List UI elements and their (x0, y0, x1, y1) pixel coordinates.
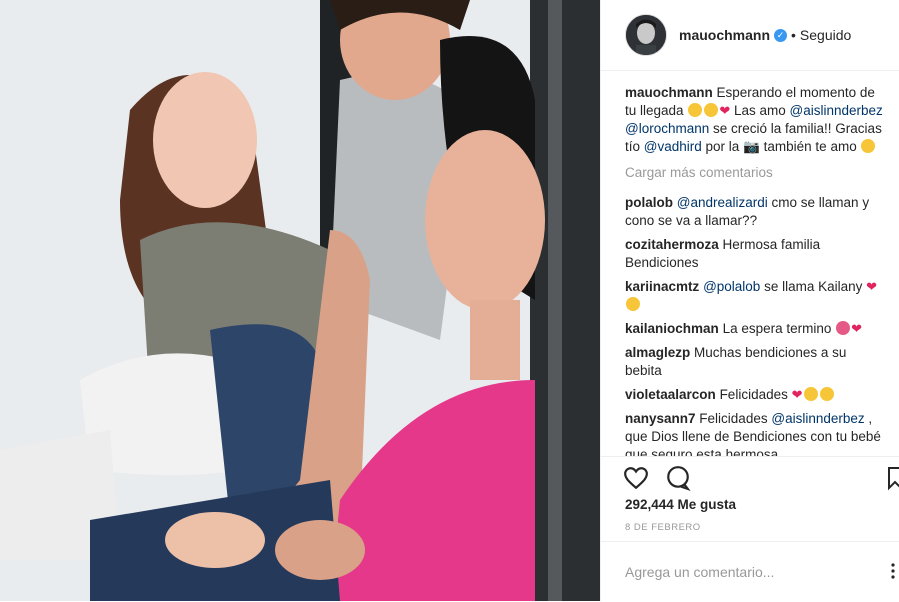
load-more-comments[interactable]: Cargar más comentarios (625, 164, 885, 182)
heart-eyes-emoji-icon (704, 103, 719, 117)
hearts-emoji-icon: ❤ (719, 103, 731, 118)
avatar-image (626, 15, 666, 55)
heart-eyes-emoji-icon (819, 387, 834, 401)
header-separator: • (791, 27, 796, 43)
like-count[interactable]: 292,444 Me gusta (625, 497, 736, 512)
comment-username[interactable]: kariinacmtz (625, 279, 699, 294)
comment-username[interactable]: polalob (625, 195, 673, 210)
mention-link[interactable]: @vadhird (644, 139, 702, 154)
comment: polalob @andrealizardi cmo se llaman y c… (625, 194, 885, 230)
mention-link[interactable]: @polalob (703, 279, 760, 294)
comment-username[interactable]: violetaalarcon (625, 387, 716, 402)
post-date[interactable]: 8 DE FEBRERO (625, 522, 701, 533)
comments-list[interactable]: mauochmann Esperando el momento de tu ll… (625, 84, 885, 456)
comment-text: La espera termino (722, 321, 832, 336)
bookmark-icon[interactable] (887, 465, 899, 496)
hearts-emoji-icon: ❤ (791, 387, 803, 402)
mention-link[interactable]: @aislinnderbez (790, 103, 883, 118)
comment: kariinacmtz @polalob se llama Kailany ❤ (625, 278, 885, 314)
party-emoji-icon (803, 387, 818, 401)
heart-eyes-emoji-icon (626, 297, 640, 311)
post-side-panel: mauochmann ✓ • Seguido mauochmann Espera… (600, 0, 899, 601)
comment-username[interactable]: cozitahermoza (625, 237, 719, 252)
baby-emoji-icon (688, 103, 703, 117)
smile-emoji-icon (861, 139, 876, 153)
header-username[interactable]: mauochmann (679, 27, 770, 43)
following-button[interactable]: Seguido (800, 27, 851, 43)
heart-icon[interactable] (623, 465, 649, 496)
camera-emoji-icon: 📷 (743, 139, 760, 154)
comment-text: Felicidades (719, 387, 788, 402)
mention-link[interactable]: @andrealizardi (677, 195, 768, 210)
mention-link[interactable]: @aislinnderbez (771, 411, 864, 426)
comment: almaglezp Muchas bendiciones a su bebita (625, 344, 885, 380)
heart-emoji-icon: ❤ (866, 279, 878, 294)
add-comment-input[interactable]: Agrega un comentario... (625, 564, 774, 580)
comment-icon[interactable] (665, 465, 691, 496)
post-photo[interactable] (0, 0, 600, 601)
action-bar (601, 456, 899, 497)
options-icon[interactable] (887, 562, 899, 579)
add-comment-bar: Agrega un comentario... (601, 541, 899, 602)
post-header: mauochmann ✓ • Seguido (601, 0, 899, 71)
comment: kailaniochman La espera termino ❤ (625, 320, 885, 338)
heart-emoji-icon: ❤ (851, 321, 863, 336)
caption-text-5: también te amo (763, 139, 857, 154)
avatar[interactable] (625, 14, 667, 56)
comment-username[interactable]: nanysann7 (625, 411, 696, 426)
verified-icon: ✓ (774, 28, 788, 42)
comment-text-pre: Felicidades (699, 411, 768, 426)
flower-emoji-icon (836, 321, 851, 335)
comment: cozitahermoza Hermosa familia Bendicione… (625, 236, 885, 272)
caption: mauochmann Esperando el momento de tu ll… (625, 84, 885, 156)
photo-illustration (0, 0, 600, 601)
comment-username[interactable]: kailaniochman (625, 321, 719, 336)
caption-username[interactable]: mauochmann (625, 85, 713, 100)
comment-username[interactable]: almaglezp (625, 345, 690, 360)
mention-link[interactable]: @lorochmann (625, 121, 709, 136)
comment-text: se llama Kailany (764, 279, 863, 294)
caption-text-2: Las amo (734, 103, 786, 118)
comment: nanysann7 Felicidades @aislinnderbez , q… (625, 410, 885, 456)
comment: violetaalarcon Felicidades ❤ (625, 386, 885, 404)
caption-text-4: por la (705, 139, 740, 154)
